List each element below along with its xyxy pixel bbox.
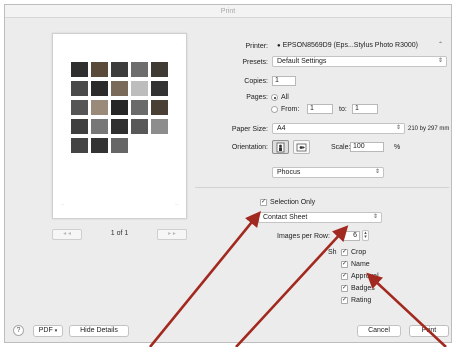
arrow-to-layout-select [148,210,261,347]
arrow-to-show-options [366,272,447,347]
arrow-to-images-per-row [235,225,349,347]
annotation-arrows [148,210,447,347]
